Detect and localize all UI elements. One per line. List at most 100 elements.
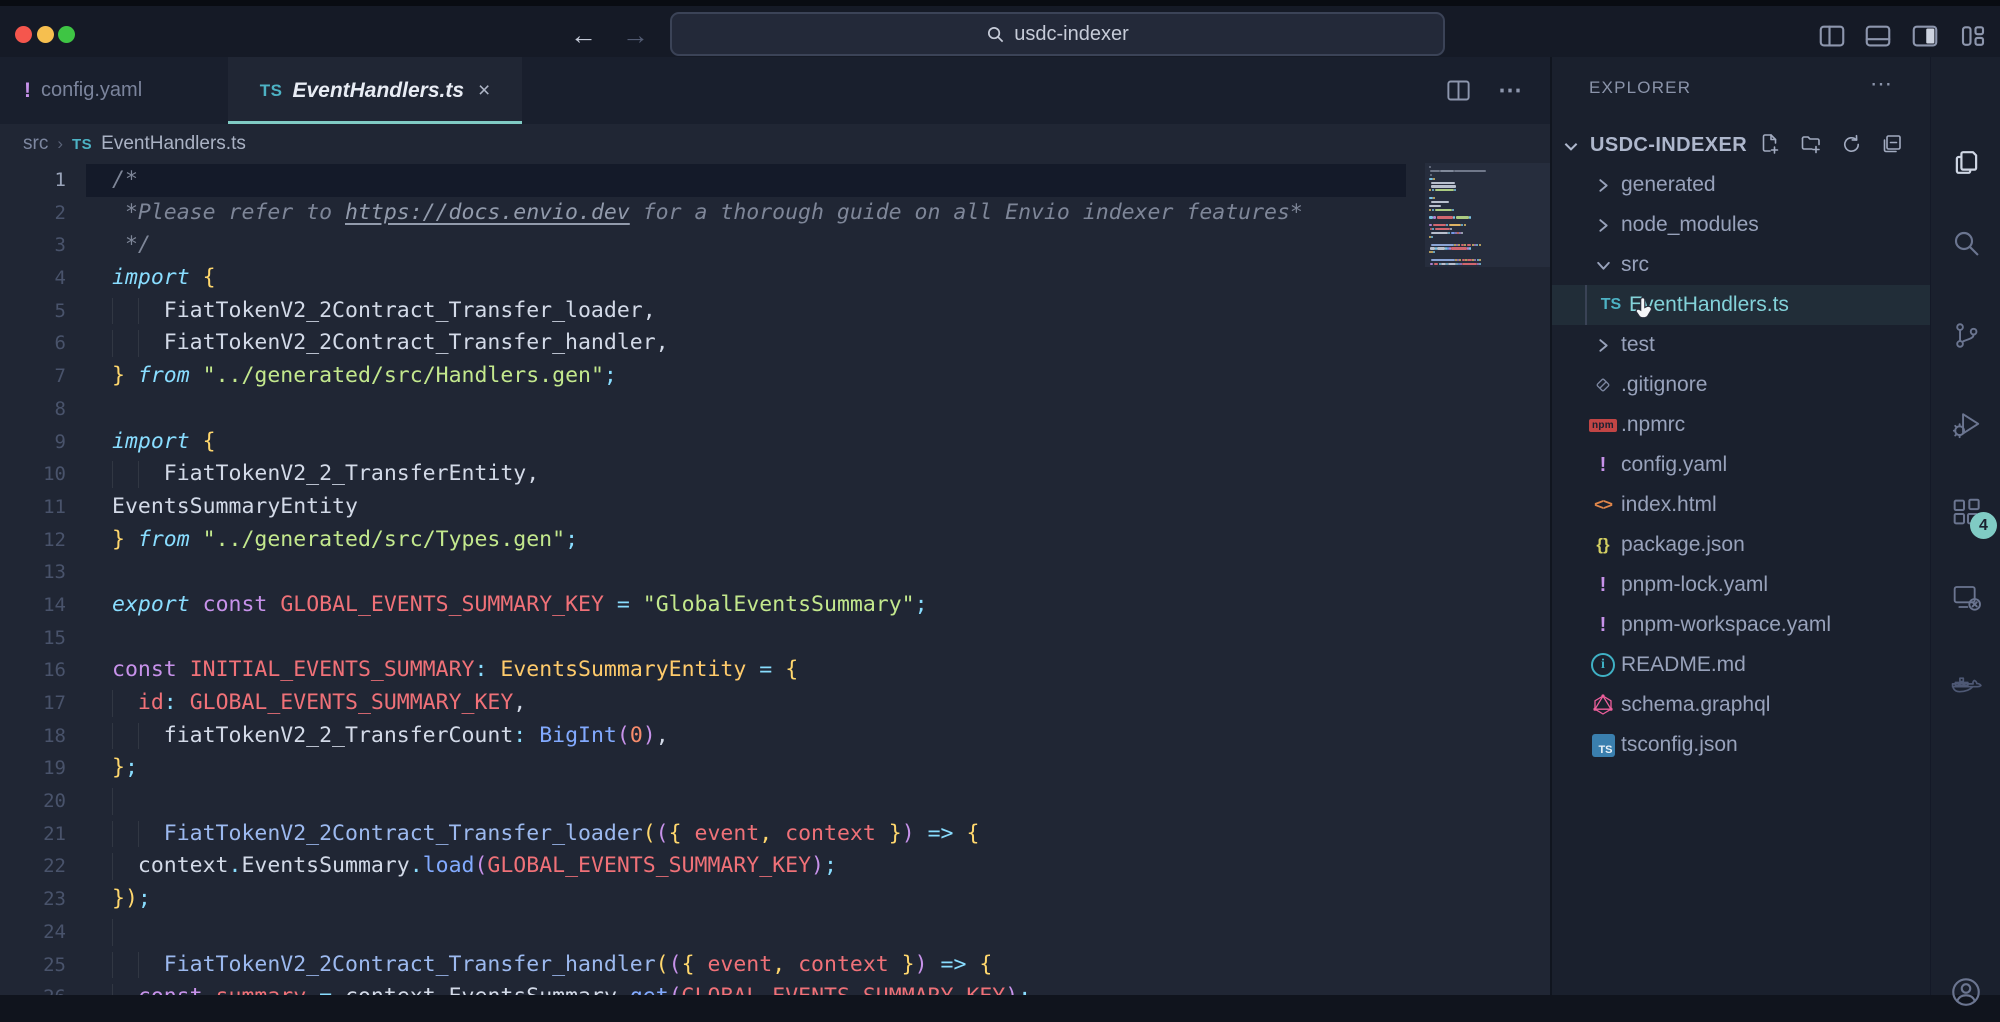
activity-source-control[interactable] (1931, 305, 2000, 365)
minimap-line (1429, 201, 1552, 203)
tree-item--npmrc[interactable]: npm.npmrc (1552, 405, 1932, 445)
tree-item-node-modules[interactable]: node_modules (1552, 205, 1932, 245)
minimap-line (1429, 220, 1552, 222)
close-tab-icon[interactable]: × (478, 79, 490, 103)
indent-guide (112, 919, 113, 946)
editor-more-actions-icon[interactable]: ⋯ (1498, 76, 1522, 105)
code-line[interactable]: 23}); (0, 883, 1550, 916)
tree-item-generated[interactable]: generated (1552, 165, 1932, 205)
code-line[interactable]: 1/* (0, 164, 1550, 197)
tree-item-label: .npmrc (1621, 413, 1685, 437)
code-line[interactable]: 16const INITIAL_EVENTS_SUMMARY: EventsSu… (0, 654, 1550, 687)
zoom-window-button[interactable] (58, 26, 75, 43)
minimap-line (1429, 251, 1552, 253)
code-line[interactable]: 15 (0, 622, 1550, 655)
line-number: 26 (0, 981, 66, 995)
nav-back-arrow-icon[interactable]: ← (570, 20, 597, 51)
code-text: context.EventsSummary.load(GLOBAL_EVENTS… (66, 850, 837, 883)
explorer-title: EXPLORER (1589, 78, 1691, 98)
new-file-icon[interactable] (1758, 132, 1782, 161)
activity-account[interactable] (1931, 962, 2000, 1022)
extensions-badge: 4 (1970, 512, 1997, 539)
html-tags-icon: <> (1588, 495, 1618, 515)
code-line[interactable]: 4import { (0, 262, 1550, 295)
code-line[interactable]: 12} from "../generated/src/Types.gen"; (0, 524, 1550, 557)
ts-letters-icon: TS (1596, 296, 1626, 314)
activity-run-debug[interactable] (1931, 394, 2000, 454)
code-line[interactable]: 11EventsSummaryEntity (0, 491, 1550, 524)
tree-item-pnpm-lock-yaml[interactable]: !pnpm-lock.yaml (1552, 565, 1932, 605)
minimap-line (1429, 170, 1552, 172)
close-window-button[interactable] (15, 26, 32, 43)
code-line[interactable]: 5 FiatTokenV2_2Contract_Transfer_loader, (0, 295, 1550, 328)
code-line[interactable]: 17 id: GLOBAL_EVENTS_SUMMARY_KEY, (0, 687, 1550, 720)
panel-bottom-icon[interactable] (1863, 21, 1893, 51)
code-line[interactable]: 20 (0, 785, 1550, 818)
collapse-all-icon[interactable] (1880, 132, 1904, 161)
chevron-down-icon (1562, 137, 1580, 160)
line-number: 6 (0, 327, 66, 360)
code-line[interactable]: 18 fiatTokenV2_2_TransferCount: BigInt(0… (0, 720, 1550, 753)
code-line[interactable]: 13 (0, 556, 1550, 589)
nav-forward-arrow-icon[interactable]: → (622, 20, 649, 51)
tab-config-yaml[interactable]: ! config.yaml (0, 57, 236, 124)
explorer-more-actions-icon[interactable]: ⋯ (1870, 71, 1894, 97)
tree-item-readme-md[interactable]: iREADME.md (1552, 645, 1932, 685)
json-braces-icon: {} (1588, 535, 1618, 555)
minimap-line (1429, 209, 1552, 211)
activity-extensions[interactable]: 4 (1931, 482, 2000, 542)
code-line[interactable]: 8 (0, 393, 1550, 426)
code-line[interactable]: 14export const GLOBAL_EVENTS_SUMMARY_KEY… (0, 589, 1550, 622)
tree-item--gitignore[interactable]: .gitignore (1552, 365, 1932, 405)
minimap-line (1429, 244, 1552, 246)
code-line[interactable]: 21 FiatTokenV2_2Contract_Transfer_loader… (0, 818, 1550, 851)
activity-search[interactable] (1931, 213, 2000, 273)
tree-item-label: node_modules (1621, 213, 1759, 237)
code-line[interactable]: 10 FiatTokenV2_2_TransferEntity, (0, 458, 1550, 491)
activity-docker[interactable] (1931, 656, 2000, 716)
code-line[interactable]: 9import { (0, 426, 1550, 459)
yaml-exclaim-icon: ! (1588, 454, 1618, 477)
tree-item-schema-graphql[interactable]: schema.graphql (1552, 685, 1932, 725)
breadcrumb[interactable]: src › TS EventHandlers.ts (0, 124, 1573, 164)
refresh-icon[interactable] (1840, 133, 1863, 161)
tree-item-index-html[interactable]: <>index.html (1552, 485, 1932, 525)
tree-item-tsconfig-json[interactable]: TStsconfig.json (1552, 725, 1932, 765)
customize-layout-icon[interactable] (1958, 21, 1988, 51)
split-editor-icon[interactable] (1445, 77, 1472, 104)
tree-item-label: src (1621, 253, 1649, 277)
line-number: 8 (0, 393, 66, 426)
code-line[interactable]: 7} from "../generated/src/Handlers.gen"; (0, 360, 1550, 393)
tree-item-label: tsconfig.json (1621, 733, 1738, 757)
new-folder-icon[interactable] (1799, 132, 1823, 161)
code-line[interactable]: 19}; (0, 752, 1550, 785)
minimap[interactable] (1425, 163, 1556, 267)
minimize-window-button[interactable] (37, 26, 54, 43)
breadcrumb-file[interactable]: EventHandlers.ts (101, 133, 246, 155)
command-center-search[interactable]: usdc-indexer (670, 12, 1445, 56)
code-area[interactable]: 1/*2 *Please refer to https://docs.envio… (0, 164, 1550, 995)
workspace-section-header[interactable]: USDC-INDEXER (1552, 130, 1932, 164)
code-line[interactable]: 2 *Please refer to https://docs.envio.de… (0, 197, 1550, 230)
code-line[interactable]: 25 FiatTokenV2_2Contract_Transfer_handle… (0, 949, 1550, 982)
tree-item-config-yaml[interactable]: !config.yaml (1552, 445, 1932, 485)
tree-item-eventhandlers-ts[interactable]: TSEventHandlers.ts (1552, 285, 1932, 325)
tree-item-package-json[interactable]: {}package.json (1552, 525, 1932, 565)
code-line[interactable]: 22 context.EventsSummary.load(GLOBAL_EVE… (0, 850, 1550, 883)
panel-left-icon[interactable] (1817, 21, 1847, 51)
tree-item-src[interactable]: src (1552, 245, 1932, 285)
activity-explorer[interactable] (1931, 132, 2000, 192)
code-line[interactable]: 6 FiatTokenV2_2Contract_Transfer_handler… (0, 327, 1550, 360)
code-text: const summary = context.EventsSummary.ge… (66, 981, 1031, 995)
panel-right-filled-icon[interactable] (1910, 21, 1940, 51)
tree-item-test[interactable]: test (1552, 325, 1932, 365)
breadcrumb-folder[interactable]: src (23, 133, 48, 155)
minimap-line (1429, 185, 1552, 187)
mouse-hand-cursor (1634, 296, 1658, 322)
code-line[interactable]: 3 */ (0, 229, 1550, 262)
code-line[interactable]: 24 (0, 916, 1550, 949)
tab-eventhandlers-ts[interactable]: TS EventHandlers.ts × (228, 57, 522, 124)
activity-remote[interactable] (1931, 567, 2000, 627)
code-line[interactable]: 26 const summary = context.EventsSummary… (0, 981, 1550, 995)
tree-item-pnpm-workspace-yaml[interactable]: !pnpm-workspace.yaml (1552, 605, 1932, 645)
